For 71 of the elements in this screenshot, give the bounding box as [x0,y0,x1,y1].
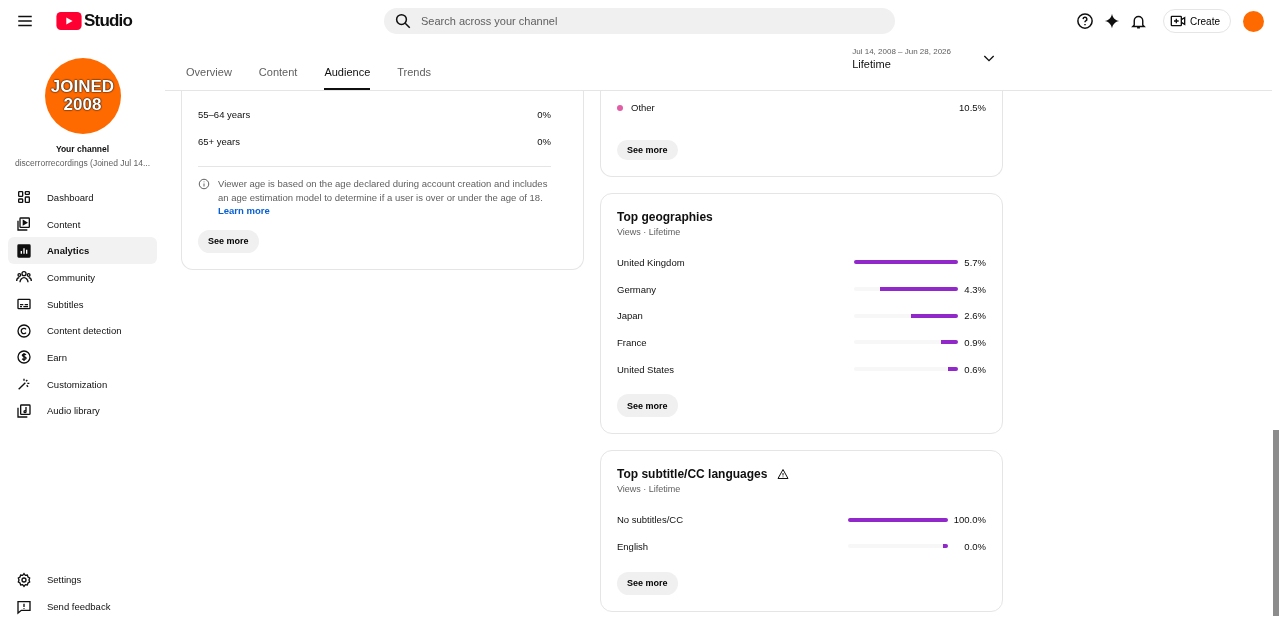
row-label: 65+ years [198,135,240,147]
channel-avatar[interactable] [1243,10,1264,32]
learn-more-link[interactable]: Learn more [218,205,270,217]
row-value: 2.6% [963,310,986,322]
avatar-text: 2008 [63,96,102,114]
row-label: United States [617,363,676,375]
create-button[interactable]: Create [1163,9,1231,33]
sidebar-item[interactable]: Analytics [8,237,157,265]
logo-text: Studio [84,11,133,31]
sidebar-item[interactable]: Settings [8,566,157,594]
scrollbar-thumb[interactable] [1273,430,1279,616]
sidebar-item[interactable]: Dashboard [8,184,157,211]
settings-icon [16,571,32,588]
row-label: 55–64 years [198,108,251,120]
video-plus-icon [1170,13,1186,29]
date-range-picker[interactable]: Jul 14, 2008 – Jun 28, 2026 Lifetime [852,46,997,70]
row-label: Other [631,102,655,114]
feedback-icon [16,598,32,615]
row-value: 4.3% [963,283,986,295]
card-subtitle: Views · Lifetime [617,484,682,495]
earn-icon [16,349,32,366]
row-value: 100.0% [952,514,986,526]
see-more-button[interactable]: See more [617,139,678,160]
row-label: France [617,336,648,348]
dashboard-icon [16,189,32,206]
see-more-button[interactable]: See more [617,394,678,418]
audio-icon [16,402,32,419]
date-range: Jul 14, 2008 – Jun 28, 2026 [852,46,951,56]
period-label: Lifetime [852,57,892,70]
search-field[interactable]: Search across your channel [384,8,895,34]
row-value: 5.7% [963,256,986,268]
card-subtitle: Views · Lifetime [617,227,682,237]
help-icon[interactable] [1076,12,1094,30]
sidebar-item[interactable]: Audio library [8,397,157,425]
row-label: No subtitles/CC [617,514,684,526]
warning-icon [777,468,790,481]
sidebar-item[interactable]: Send feedback [8,593,157,620]
row-value: 0% [537,135,551,147]
copyright-icon [16,322,32,339]
channel-name: discerrorrecordings (Joined Jul 14... [14,158,151,168]
row-value: 0% [537,108,551,120]
see-more-button[interactable]: See more [198,229,259,253]
tab[interactable]: Content [258,66,298,90]
channel-label: Your channel [55,144,110,154]
row-label: Japan [617,310,644,322]
sparkle-icon[interactable] [1104,13,1120,29]
row-value: 0.9% [963,336,986,348]
content-icon [16,216,32,233]
sidebar-item[interactable]: Content [8,210,157,238]
row-value: 0.6% [963,363,986,375]
tab[interactable]: Overview [186,66,232,90]
row-value: 10.5% [959,102,986,114]
sidebar-item[interactable]: Earn [8,344,157,371]
see-more-button[interactable]: See more [617,571,678,595]
sidebar-item[interactable]: Community [8,264,157,291]
info-note: Viewer age is based on the age declared during account creation and includes an age estimation model to determine if a user is over or under the age of 18. Learn more [218,177,549,218]
row-label: Germany [617,283,658,295]
sidebar-item[interactable]: Subtitles [8,290,157,318]
tab[interactable]: Audience [324,66,371,90]
info-icon [198,178,210,191]
avatar-text: JOINED [50,78,115,96]
row-value: 0.0% [963,540,986,552]
sidebar-item[interactable]: Customization [8,370,157,398]
card-title: Top geographies [617,210,713,224]
row-label: English [617,540,650,552]
play-logo-icon [56,12,82,30]
row-label: United Kingdom [617,256,686,268]
sidebar-item[interactable]: Content detection [8,317,157,345]
analytics-icon [16,242,32,259]
tab[interactable]: Trends [397,66,432,90]
card-title: Top subtitle/CC languages [617,467,768,482]
